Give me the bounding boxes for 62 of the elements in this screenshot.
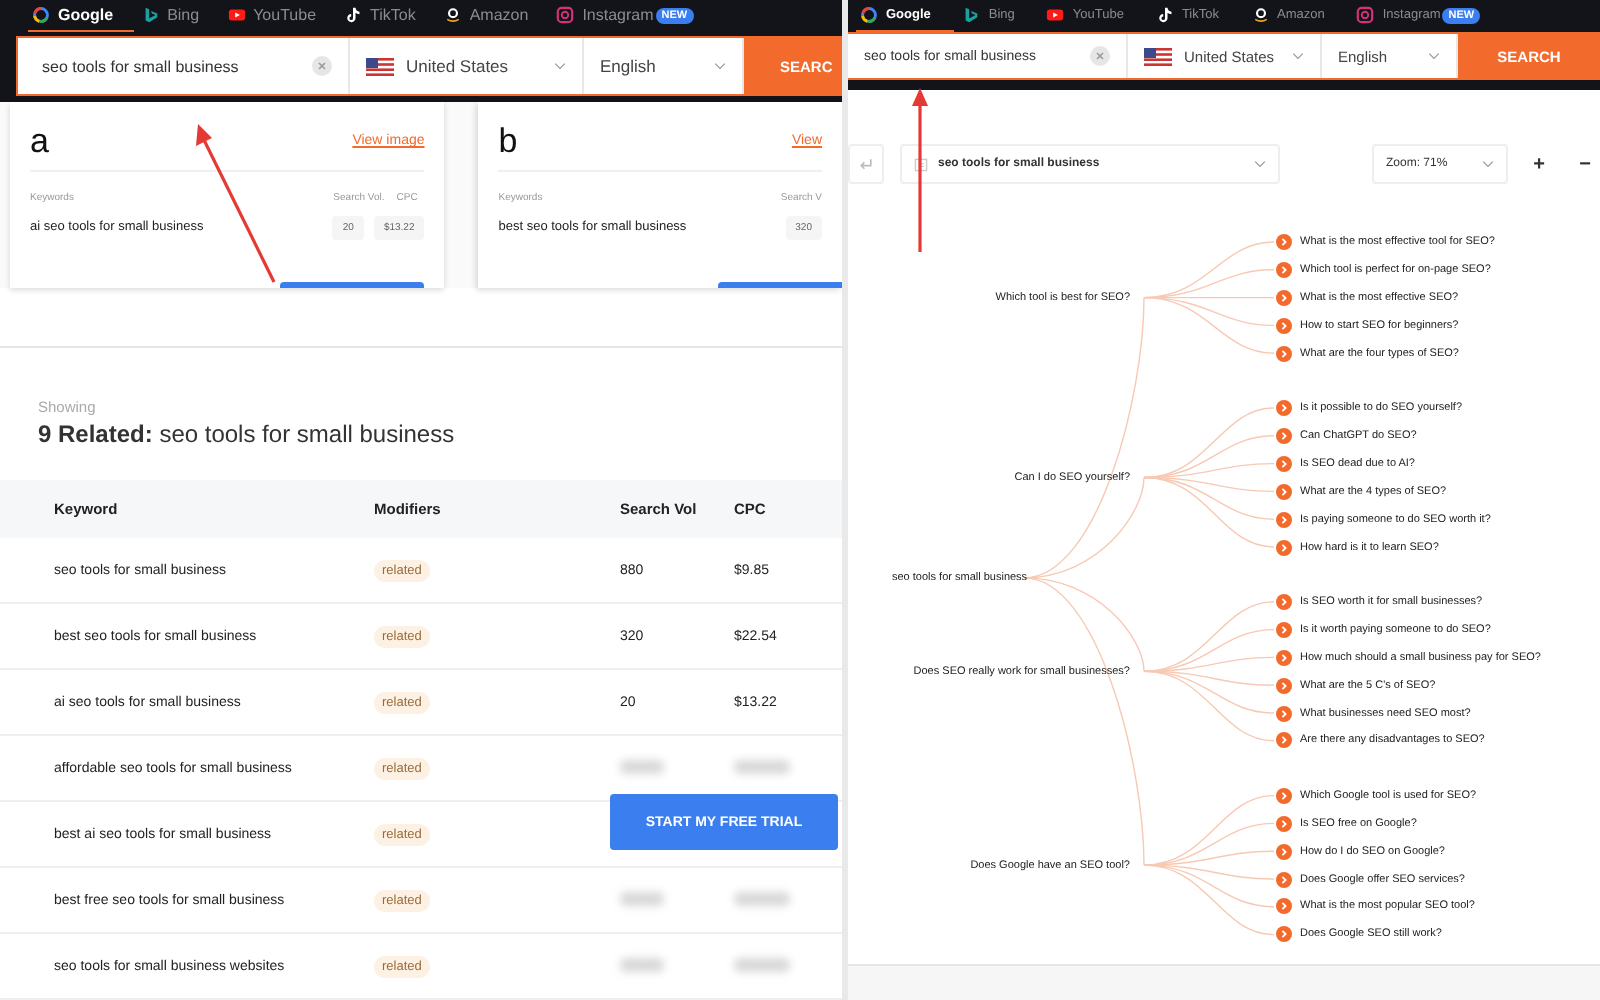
blurred-value — [734, 759, 790, 773]
results-title: 9 Related: seo tools for small business — [38, 420, 457, 448]
action-button[interactable] — [280, 281, 425, 288]
camera-icon — [556, 6, 575, 24]
smile-logo-icon — [1251, 6, 1269, 24]
chevron-down-icon — [714, 62, 726, 71]
smile-logo-icon — [443, 6, 462, 24]
chevron-circle-icon[interactable] — [1276, 843, 1292, 860]
chevron-circle-icon[interactable] — [1276, 898, 1292, 915]
flag-icon — [1144, 47, 1172, 65]
chevron-circle-icon[interactable] — [1276, 427, 1292, 444]
chevron-circle-icon[interactable] — [1276, 871, 1292, 887]
chevron-circle-icon[interactable] — [1276, 539, 1292, 555]
chevron-circle-icon[interactable] — [1276, 621, 1292, 638]
clear-icon[interactable] — [312, 56, 332, 77]
action-button[interactable] — [718, 281, 842, 288]
blurred-value — [620, 759, 664, 773]
chevron-circle-icon[interactable] — [1276, 511, 1292, 528]
play-icon — [1046, 6, 1065, 24]
return-icon — [858, 156, 874, 172]
chevron-circle-icon[interactable] — [1276, 732, 1292, 749]
nav-tab[interactable]: YouTube — [223, 0, 337, 32]
blurred-value — [620, 891, 664, 905]
chevron-circle-icon[interactable] — [1276, 649, 1292, 666]
nav-tab[interactable]: Bing — [137, 0, 220, 32]
music-note-icon — [1155, 6, 1174, 24]
chevron-down-icon — [1482, 160, 1494, 168]
list-icon — [914, 157, 928, 171]
blurred-value — [734, 891, 790, 905]
camera-icon — [1356, 6, 1375, 24]
card-letter: b — [498, 121, 518, 162]
chevron-circle-icon[interactable] — [1276, 926, 1292, 943]
chevron-circle-icon[interactable] — [1276, 677, 1292, 694]
chevron-down-icon — [554, 62, 566, 71]
chevron-circle-icon[interactable] — [1276, 705, 1292, 721]
blurred-value — [620, 957, 664, 971]
clear-icon[interactable] — [1090, 46, 1110, 66]
wave-logo-icon — [141, 6, 160, 24]
flag-icon — [366, 57, 394, 76]
chevron-circle-icon[interactable] — [1276, 345, 1292, 362]
nav-tab[interactable]: TikTok — [340, 0, 436, 32]
chevron-circle-icon[interactable] — [1276, 455, 1292, 472]
chevron-circle-icon[interactable] — [1276, 815, 1292, 832]
chevron-circle-icon[interactable] — [1276, 400, 1292, 416]
chevron-circle-icon[interactable] — [1276, 483, 1292, 500]
chevron-down-icon — [1292, 52, 1304, 60]
chevron-down-icon — [1428, 52, 1440, 60]
chevron-down-icon — [1254, 160, 1266, 168]
chevron-circle-icon[interactable] — [1276, 787, 1292, 804]
ring-logo-icon — [860, 6, 878, 24]
wave-logo-icon — [962, 6, 981, 24]
chevron-circle-icon[interactable] — [1276, 593, 1292, 610]
nav-tab[interactable]: Amazon — [439, 0, 549, 32]
card-letter: a — [30, 121, 49, 162]
ring-logo-icon — [32, 6, 50, 24]
play-icon — [227, 6, 246, 24]
chevron-circle-icon[interactable] — [1276, 289, 1292, 306]
blurred-value — [734, 957, 790, 971]
music-note-icon — [344, 6, 363, 24]
chevron-circle-icon[interactable] — [1276, 317, 1292, 334]
chevron-circle-icon[interactable] — [1276, 261, 1292, 278]
chevron-circle-icon[interactable] — [1276, 234, 1292, 250]
